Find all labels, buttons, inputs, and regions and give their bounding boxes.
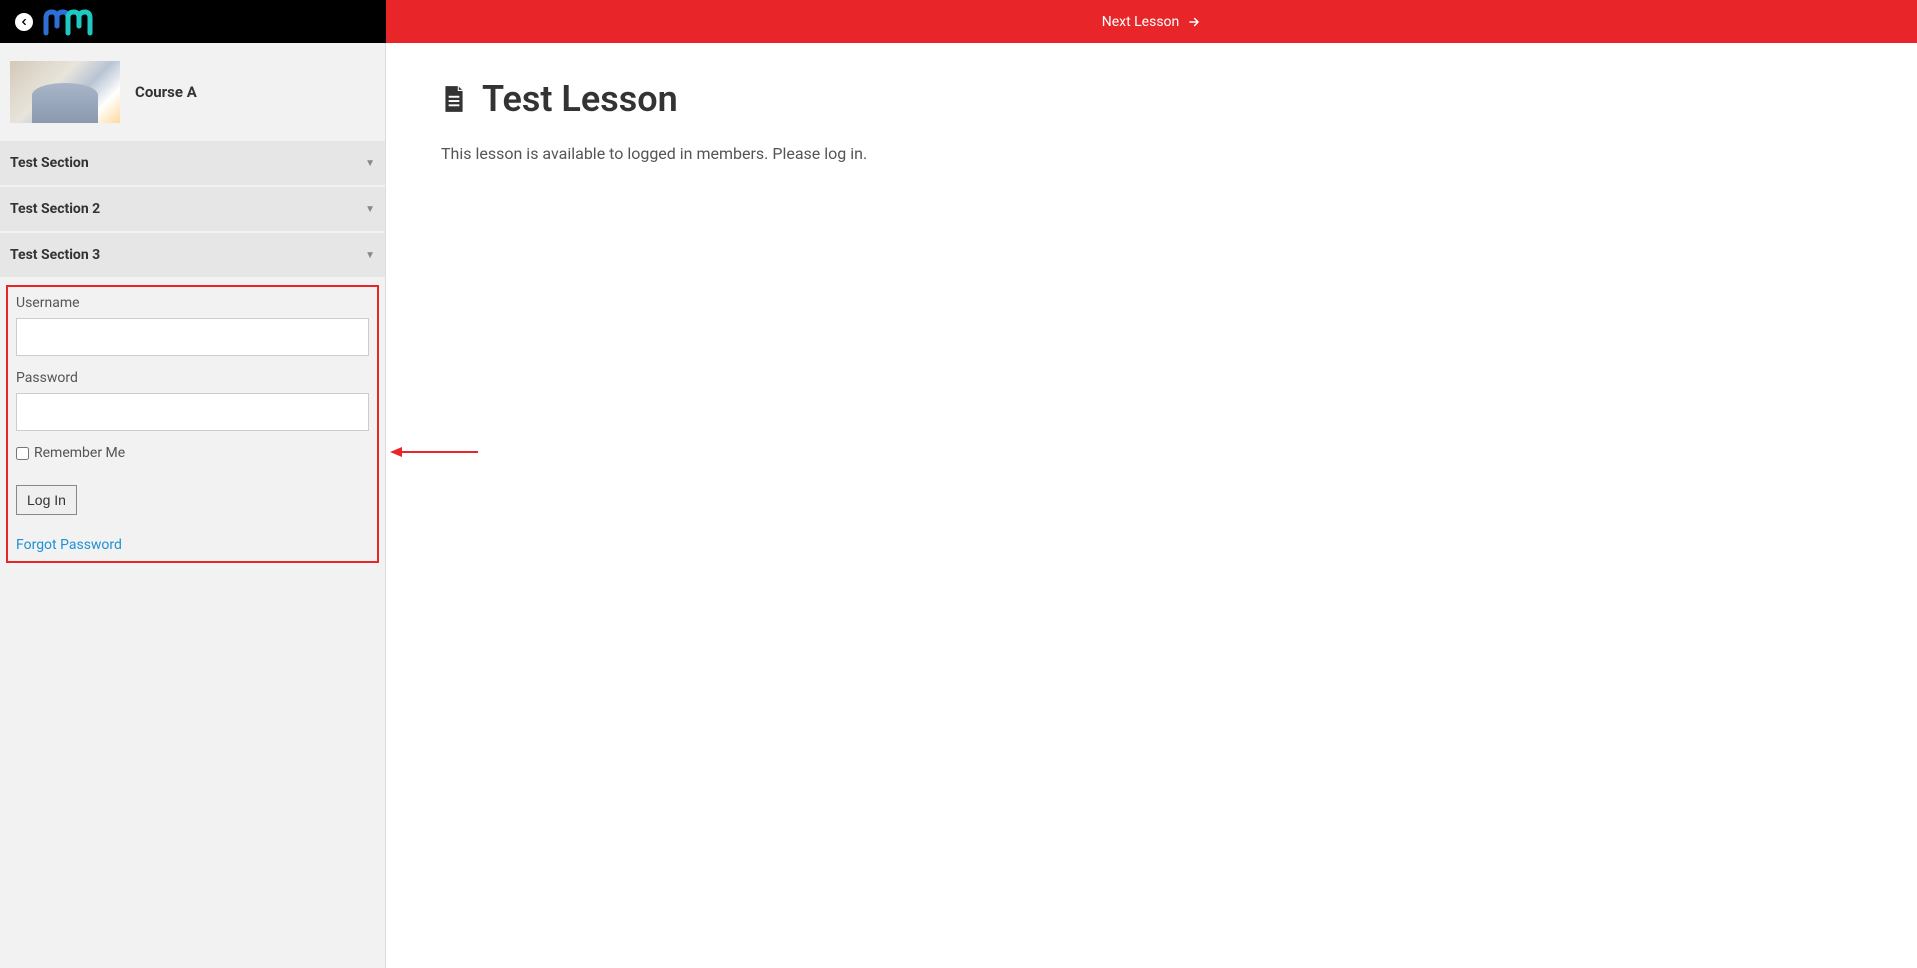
login-form: Username Password Remember Me Log In For… [6, 285, 379, 563]
forgot-password-link[interactable]: Forgot Password [16, 537, 122, 553]
remember-me-checkbox[interactable] [16, 447, 29, 460]
arrow-right-icon [1187, 15, 1201, 29]
section-item-3[interactable]: Test Section 3 ▼ [0, 233, 385, 279]
username-input[interactable] [16, 318, 369, 356]
remember-me-label: Remember Me [34, 445, 125, 461]
remember-me-row: Remember Me [16, 445, 369, 461]
top-bar-left [0, 0, 386, 43]
lesson-header: Test Lesson [441, 78, 1862, 120]
username-label: Username [16, 295, 369, 311]
section-item-2[interactable]: Test Section 2 ▼ [0, 187, 385, 233]
chevron-left-icon [19, 17, 29, 27]
section-label: Test Section [10, 155, 89, 171]
caret-down-icon: ▼ [365, 158, 375, 169]
top-bar: Next Lesson [0, 0, 1917, 43]
next-lesson-button[interactable]: Next Lesson [386, 0, 1917, 43]
login-button[interactable]: Log In [16, 485, 77, 515]
sidebar: Course A Test Section ▼ Test Section 2 ▼… [0, 43, 386, 968]
main-container: Course A Test Section ▼ Test Section 2 ▼… [0, 43, 1917, 968]
content-area: Test Lesson This lesson is available to … [386, 43, 1917, 968]
caret-down-icon: ▼ [365, 250, 375, 261]
section-label: Test Section 2 [10, 201, 100, 217]
caret-down-icon: ▼ [365, 204, 375, 215]
course-header: Course A [0, 43, 385, 141]
lesson-title: Test Lesson [482, 78, 678, 120]
document-icon [441, 84, 467, 114]
logo[interactable] [43, 8, 93, 36]
section-item-1[interactable]: Test Section ▼ [0, 141, 385, 187]
back-button[interactable] [15, 13, 33, 31]
lesson-message: This lesson is available to logged in me… [441, 144, 1862, 163]
course-title: Course A [135, 83, 197, 101]
next-lesson-label: Next Lesson [1102, 14, 1180, 30]
password-input[interactable] [16, 393, 369, 431]
password-label: Password [16, 370, 369, 386]
course-thumbnail [10, 61, 120, 123]
logo-icon [43, 8, 93, 36]
section-label: Test Section 3 [10, 247, 100, 263]
